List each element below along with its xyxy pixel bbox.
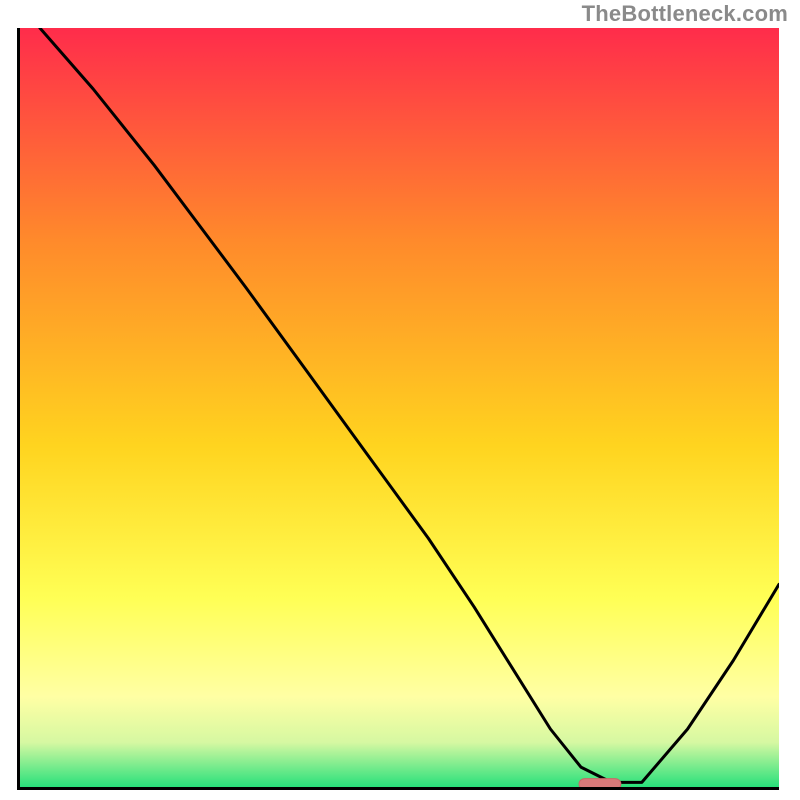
- gradient-background: [19, 28, 780, 788]
- watermark-text: TheBottleneck.com: [582, 1, 788, 27]
- plot-area: [17, 28, 779, 790]
- chart-container: TheBottleneck.com: [0, 0, 800, 800]
- chart-svg: [17, 28, 779, 790]
